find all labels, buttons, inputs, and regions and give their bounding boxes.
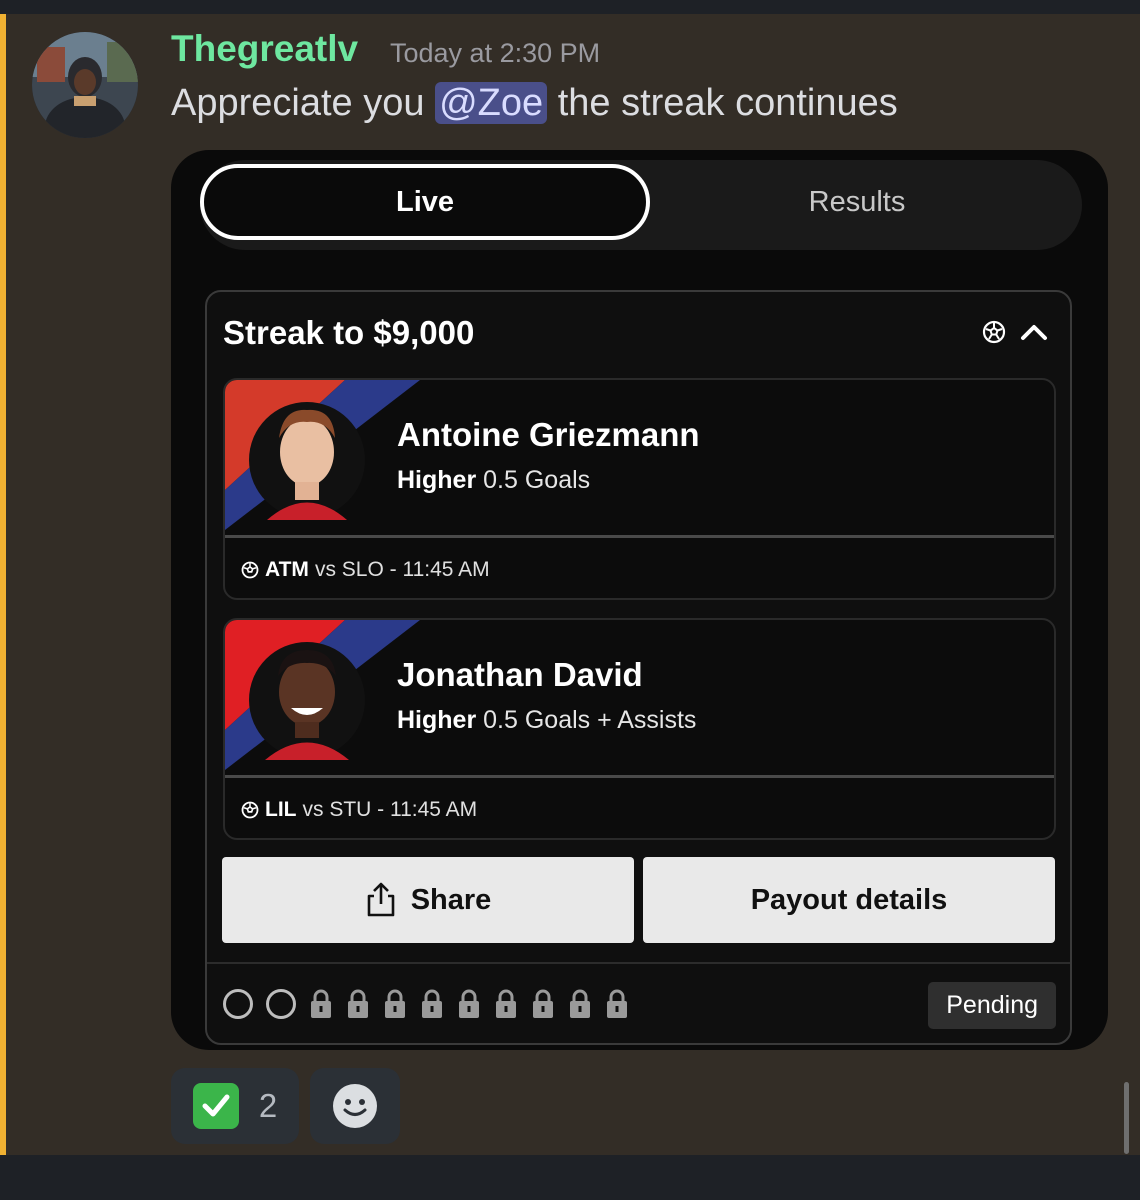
tab-live[interactable]: Live [200,164,650,240]
team-abbrev: LIL [265,798,297,821]
user-mention[interactable]: @Zoe [435,82,548,124]
add-reaction-button[interactable] [310,1068,400,1144]
reaction-checkmark[interactable]: 2 [171,1068,299,1144]
pick-direction: Higher [397,706,477,734]
pick-card[interactable]: Antoine Griezmann Higher 0.5 Goals ATM v… [223,378,1056,600]
lock-icon [607,989,627,1018]
pick-divider [225,775,1054,778]
reaction-count: 2 [258,1087,278,1124]
team-abbrev: ATM [265,558,309,581]
status-badge: Pending [928,982,1056,1029]
mention-highlight-stripe [0,14,6,1155]
open-slot-circle [223,989,253,1019]
lock-icon [570,989,590,1018]
share-button[interactable]: Share [222,857,634,943]
message-text: Appreciate you @Zoe the streak continues [171,82,898,125]
match-info: ATM vs SLO - 11:45 AM [241,558,490,582]
card-header-icons [982,320,1048,344]
share-icon [367,882,394,917]
pick-line: Higher 0.5 Goals + Assists [397,706,696,735]
lock-icon [459,989,479,1018]
message-timestamp: Today at 2:30 PM [390,38,601,68]
soccer-ball-icon [241,561,259,579]
message-text-before: Appreciate you [171,82,425,124]
pick-divider [225,535,1054,538]
payout-details-button[interactable]: Payout details [643,857,1055,943]
soccer-ball-icon [982,320,1006,344]
pick-direction: Higher [397,466,477,494]
chevron-up-icon[interactable] [1020,322,1048,342]
streak-card: Streak to $9,000 Antoine Griezmann Highe… [205,290,1072,1045]
scrollbar[interactable] [1124,1082,1129,1154]
player-name: Jonathan David [397,656,643,693]
bottom-bar [0,1155,1140,1200]
match-info: LIL vs STU - 11:45 AM [241,798,477,822]
lock-icon [385,989,405,1018]
pick-card[interactable]: Jonathan David Higher 0.5 Goals + Assist… [223,618,1056,840]
player-name: Antoine Griezmann [397,416,700,453]
open-slot-circle [266,989,296,1019]
share-label: Share [410,883,492,916]
soccer-ball-icon [241,801,259,819]
pick-header: Antoine Griezmann Higher 0.5 Goals [225,380,1054,535]
streak-progress [223,988,629,1020]
pick-stat: 0.5 Goals + Assists [483,706,697,734]
lock-icon [496,989,516,1018]
white-check-mark-icon [192,1083,239,1129]
lock-icon [348,989,368,1018]
add-reaction-icon [333,1084,377,1128]
match-details: vs SLO - 11:45 AM [314,558,490,581]
message-text-after: the streak continues [557,82,898,124]
player-photo [249,402,365,520]
card-title: Streak to $9,000 [223,314,475,351]
tab-bar: Live Results [200,160,1082,250]
lock-icon [311,989,331,1018]
tab-results[interactable]: Results [632,164,1082,240]
pick-stat: 0.5 Goals [483,466,591,494]
lock-icon [422,989,442,1018]
top-bar [0,0,1140,14]
embed-screenshot[interactable]: Live Results Streak to $9,000 Antoine Gr… [171,150,1108,1050]
username[interactable]: Thegreatlv [171,28,358,70]
avatar[interactable] [32,32,138,138]
match-details: vs STU - 11:45 AM [302,798,478,821]
card-divider [207,962,1070,964]
player-photo [249,642,365,760]
lock-icon [533,989,553,1018]
pick-header: Jonathan David Higher 0.5 Goals + Assist… [225,620,1054,775]
pick-line: Higher 0.5 Goals [397,466,590,495]
